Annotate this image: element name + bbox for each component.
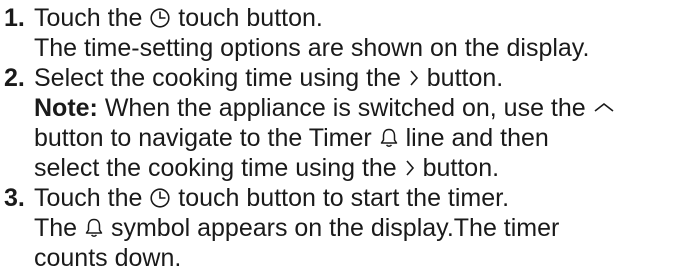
step-number: 3. bbox=[4, 184, 25, 212]
text-segment: The bbox=[34, 214, 85, 242]
text-segment: button to navigate to the Timer bbox=[34, 124, 379, 152]
note-line: select the cooking time using the button… bbox=[34, 153, 683, 183]
step-line: Touch the touch button. bbox=[34, 3, 683, 33]
step-line: Touch the touch button to start the time… bbox=[34, 183, 683, 213]
step-line: The time-setting options are shown on th… bbox=[34, 34, 590, 62]
text-segment: When the appliance is switched on, use t… bbox=[97, 94, 593, 122]
text-segment: line and then bbox=[398, 124, 549, 152]
step-2: 2. Select the cooking time using the but… bbox=[0, 63, 683, 183]
text-segment: touch button to start the timer. bbox=[171, 184, 510, 212]
chevron-right-icon bbox=[404, 157, 416, 179]
chevron-right-icon bbox=[408, 67, 420, 89]
text-segment: Touch the bbox=[34, 184, 150, 212]
chevron-up-icon bbox=[593, 97, 615, 119]
step-3: 3. Touch the touch button to start the t… bbox=[0, 183, 683, 273]
bell-icon bbox=[379, 127, 399, 149]
note-label: Note: bbox=[34, 94, 98, 122]
instruction-document: 1. Touch the touch button. The time-sett… bbox=[0, 0, 683, 273]
text-segment: Touch the bbox=[34, 4, 150, 32]
step-line: The symbol appears on the display.The ti… bbox=[34, 213, 683, 243]
step-1: 1. Touch the touch button. The time-sett… bbox=[0, 3, 683, 63]
text-segment: touch button. bbox=[171, 4, 323, 32]
note-line: button to navigate to the Timer line and… bbox=[34, 123, 683, 153]
text-segment: button. bbox=[419, 64, 504, 92]
step-body: Touch the touch button. The time-setting… bbox=[34, 3, 683, 63]
bell-icon bbox=[84, 217, 104, 239]
text-segment: symbol appears on the display.The timer bbox=[104, 214, 560, 242]
step-number: 2. bbox=[4, 64, 25, 92]
step-body: Select the cooking time using the button… bbox=[34, 63, 683, 183]
clock-icon bbox=[149, 7, 171, 29]
clock-icon bbox=[149, 187, 171, 209]
step-line: counts down. bbox=[34, 244, 182, 272]
step-body: Touch the touch button to start the time… bbox=[34, 183, 683, 273]
step-number: 1. bbox=[4, 4, 25, 32]
step-line: Select the cooking time using the button… bbox=[34, 63, 683, 93]
text-segment: button. bbox=[415, 154, 500, 182]
text-segment: Select the cooking time using the bbox=[34, 64, 408, 92]
text-segment: select the cooking time using the bbox=[34, 154, 404, 182]
note-line: Note: When the appliance is switched on,… bbox=[34, 93, 683, 123]
